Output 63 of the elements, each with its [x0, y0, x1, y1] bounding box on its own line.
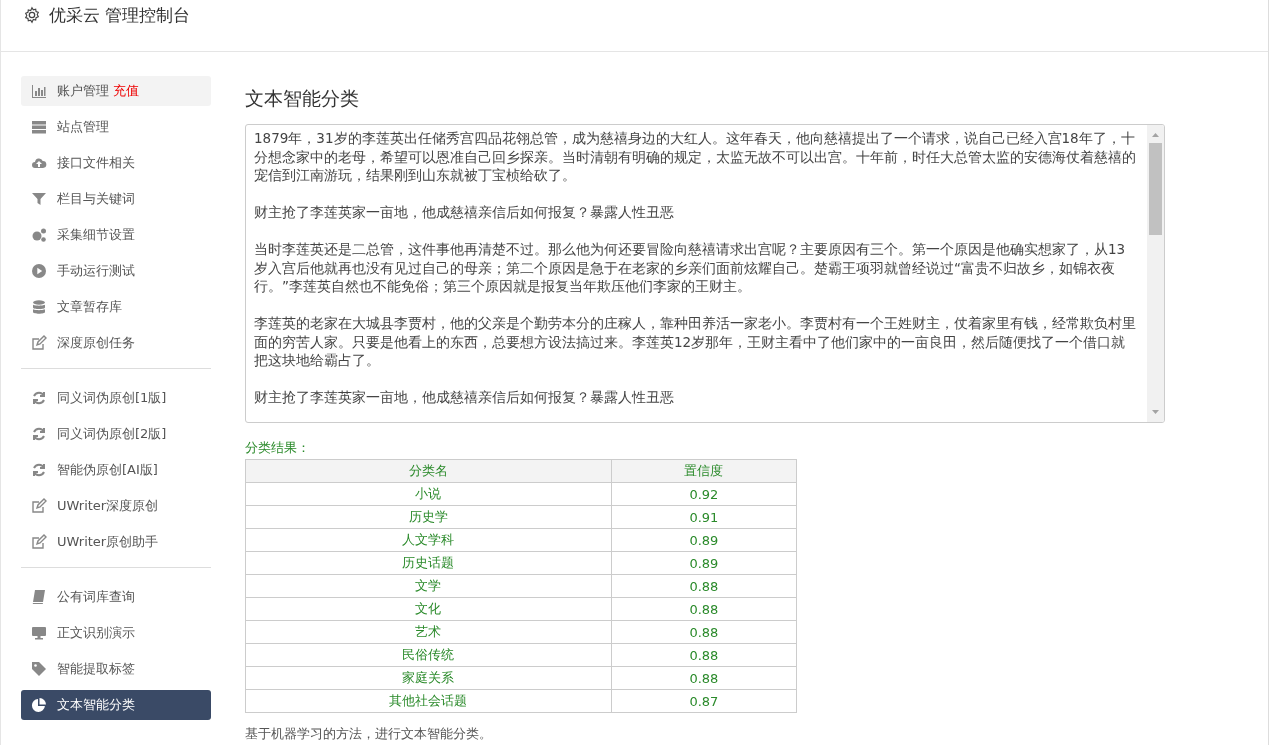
table-cell: 0.92	[611, 482, 797, 506]
sidebar-item[interactable]: 同义词伪原创[1版]	[21, 383, 211, 413]
sidebar-item[interactable]: 账户管理 充值	[21, 76, 211, 106]
refresh-icon	[31, 426, 47, 442]
column-header: 置信度	[611, 459, 797, 483]
result-label: 分类结果：	[245, 439, 311, 457]
page-heading: 文本智能分类	[245, 86, 360, 111]
table-cell: 0.88	[611, 666, 797, 690]
sidebar-item[interactable]: 站点管理	[21, 112, 211, 142]
bar-chart-icon	[31, 83, 47, 99]
table-cell: 民俗传统	[245, 643, 612, 667]
table-cell: 其他社会话题	[245, 689, 612, 713]
app-title: 优采云 管理控制台	[49, 4, 191, 27]
server-icon	[31, 119, 47, 135]
table-cell: 家庭关系	[245, 666, 612, 690]
text-input[interactable]: 1879年，31岁的李莲英出任储秀宫四品花翎总管，成为慈禧身边的大红人。这年春天，他向慈禧提出了一个请求，说自己已经入宫18年了，十分想念家中的老母，希望可以恩准自己回乡探亲。当时清朝有明确的规定，太监无故不可以出宫。十年前，时任大总管太监的安德海仗着慈禧的宠信到江南游玩，结果刚到山东就被丁宝桢给砍了。 财主抢了李莲英家一亩地，他成慈禧亲信后如何报复？暴露人性丑恶 当时李莲英还是二总管，这件事他再清楚不过。那么他为何还要冒险向慈禧请求出宫呢？主要原因有三个。第一个原因是他确实想家了，从13岁入宫后他就再也没有见过自己的母亲；第二个原因是急于在老家的乡亲们面前炫耀自己。楚霸王项羽就曾经说过“富贵不归故乡，如锦衣夜行。”李莲英自然也不能免俗；第三个原因就是报复当年欺压他们李家的王财主。 李莲英的老家在大城县李贾村，他的父亲是个勤劳本分的庄稼人，靠种田养活一家老小。李贾村有一个王姓财主，仗着家里有钱，经常欺负村里面的穷苦人家。只要是他看上的东西，总要想方设法搞过来。李莲英12岁那年，王财主看中了他们家中的一亩良田，然后随便找了一个借口就把这块地给霸占了。 财主抢了李莲英家一亩地，他成慈禧亲信后如何报复？暴露人性丑恶	[245, 124, 1165, 423]
sidebar-item[interactable]: 深度原创任务	[21, 328, 211, 358]
edit-icon	[31, 335, 47, 351]
table-cell: 文化	[245, 597, 612, 621]
table-cell: 0.88	[611, 574, 797, 598]
refresh-icon	[31, 462, 47, 478]
table-cell: 艺术	[245, 620, 612, 644]
sidebar-item[interactable]: 采集细节设置	[21, 220, 211, 250]
sidebar-item[interactable]: 文章暂存库	[21, 292, 211, 322]
edit-icon	[31, 498, 47, 514]
table-cell: 文学	[245, 574, 612, 598]
table-cell: 0.88	[611, 620, 797, 644]
table-cell: 0.88	[611, 643, 797, 667]
table-cell: 0.89	[611, 528, 797, 552]
monitor-icon	[31, 625, 47, 641]
sidebar-item[interactable]: 公有词库查询	[21, 582, 211, 612]
scrollbar[interactable]	[1147, 125, 1164, 422]
table-cell: 历史话题	[245, 551, 612, 575]
sidebar-item[interactable]: UWriter深度原创	[21, 491, 211, 521]
sidebar-item[interactable]: 正文识别演示	[21, 618, 211, 648]
sidebar-item[interactable]: 智能提取标签	[21, 654, 211, 684]
sidebar-item[interactable]: 接口文件相关	[21, 148, 211, 178]
sidebar-item[interactable]: 智能伪原创[AI版]	[21, 455, 211, 485]
sidebar-item[interactable]: 同义词伪原创[2版]	[21, 419, 211, 449]
sidebar-item[interactable]: 栏目与关键词	[21, 184, 211, 214]
refresh-icon	[31, 390, 47, 406]
table-cell: 0.87	[611, 689, 797, 713]
description-text: 基于机器学习的方法，进行文本智能分类。	[245, 725, 493, 743]
column-header: 分类名	[245, 459, 612, 483]
pie-chart-icon	[31, 697, 47, 713]
tag-icon	[31, 661, 47, 677]
cloud-upload-icon	[31, 155, 47, 171]
play-icon	[31, 263, 47, 279]
edit-icon	[31, 534, 47, 550]
sidebar-item[interactable]: 文本智能分类	[21, 690, 211, 720]
sidebar-item[interactable]: UWriter原创助手	[21, 527, 211, 557]
book-icon	[31, 589, 47, 605]
filter-icon	[31, 191, 47, 207]
database-icon	[31, 299, 47, 315]
table-cell: 小说	[245, 482, 612, 506]
settings-icon	[23, 6, 41, 24]
table-cell: 人文学科	[245, 528, 612, 552]
recharge-link[interactable]: 充值	[113, 82, 139, 100]
table-cell: 历史学	[245, 505, 612, 529]
table-cell: 0.91	[611, 505, 797, 529]
sidebar-item[interactable]: 手动运行测试	[21, 256, 211, 286]
table-cell: 0.89	[611, 551, 797, 575]
table-cell: 0.88	[611, 597, 797, 621]
